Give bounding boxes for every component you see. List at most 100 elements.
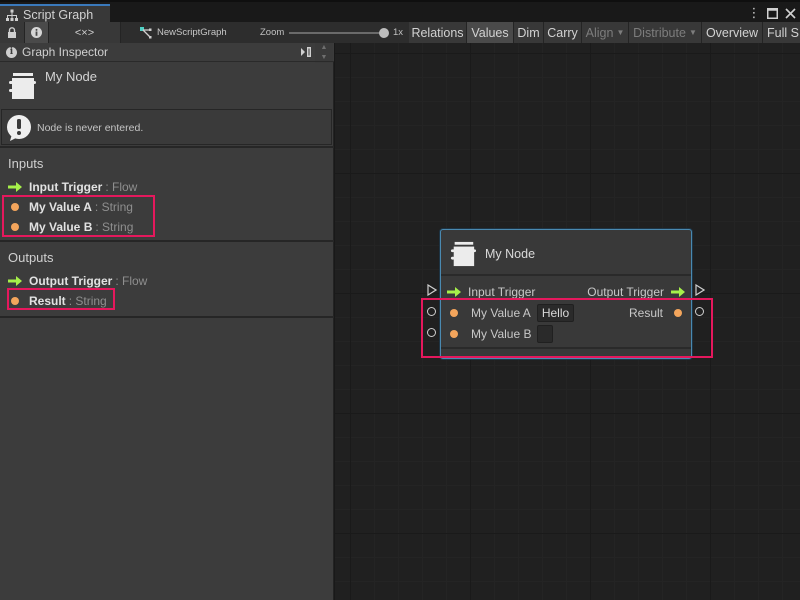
- port-name: Output Trigger: [29, 274, 113, 288]
- value-a-row: My Value A Hello: [447, 303, 575, 323]
- variables-button[interactable]: <×>: [49, 22, 121, 43]
- scroll-up-icon[interactable]: ▲: [315, 43, 333, 53]
- dim-button[interactable]: Dim: [514, 22, 544, 43]
- port-type: : Flow: [115, 274, 148, 288]
- flow-arrow-icon: [447, 287, 461, 297]
- distribute-label: Distribute: [633, 25, 686, 40]
- result-output-port[interactable]: [695, 307, 704, 316]
- graph-inspector-panel: i Graph Inspector ▲ ▼ My Node Node is ne…: [0, 43, 334, 600]
- zoom-slider-track[interactable]: [289, 32, 385, 34]
- values-button[interactable]: Values: [467, 22, 514, 43]
- caret-down-icon: ▼: [616, 28, 625, 37]
- value-port-icon: [11, 297, 19, 305]
- output-trigger-label: Output Trigger: [587, 285, 664, 299]
- maximize-icon[interactable]: [766, 6, 778, 20]
- value-a-input[interactable]: Hello: [536, 304, 575, 322]
- caret-down-icon: ▼: [688, 28, 697, 37]
- node-summary-title: My Node: [45, 69, 98, 84]
- zoom-slider-thumb[interactable]: [379, 28, 389, 38]
- port-name: My Value A: [29, 200, 92, 214]
- zoom-label: Zoom: [260, 27, 285, 38]
- title-bar: Script Graph ⋮: [0, 0, 800, 24]
- overview-button[interactable]: Overview: [702, 22, 763, 43]
- port-name: Result: [29, 294, 66, 308]
- info-icon: i: [6, 46, 17, 58]
- section-divider: [0, 316, 334, 318]
- script-graph-window: Script Graph ⋮ <×> NewScriptGraph Zoom 1…: [0, 0, 800, 600]
- hierarchy-icon: [6, 9, 18, 21]
- inspector-header: i Graph Inspector: [0, 43, 334, 61]
- flow-arrow-icon: [8, 276, 22, 286]
- input-port-row: My Value A : String: [8, 198, 133, 216]
- input-trigger-row: Input Trigger: [447, 282, 535, 302]
- inspector-title: Graph Inspector: [22, 45, 109, 59]
- info-icon: [31, 27, 42, 38]
- relations-button[interactable]: Relations: [409, 22, 467, 43]
- dock-panel-button[interactable]: [298, 44, 314, 60]
- info-toggle-button[interactable]: [25, 22, 49, 43]
- value-port-icon: [11, 203, 19, 211]
- output-port-row: Result : String: [8, 292, 107, 310]
- overview-label: Overview: [705, 25, 759, 40]
- dock-icon: [300, 47, 311, 57]
- node-icon: [9, 73, 36, 99]
- value-b-input[interactable]: [537, 325, 554, 343]
- graph-toolbar: <×> NewScriptGraph Zoom 1x Relations Val…: [0, 22, 800, 43]
- tab-title: Script Graph: [23, 8, 94, 22]
- graph-asset-icon: [140, 26, 152, 38]
- value-port-icon: [450, 309, 458, 317]
- full-screen-label: Full S: [767, 25, 799, 40]
- inputs-title: Inputs: [8, 156, 44, 171]
- outputs-title: Outputs: [8, 250, 54, 265]
- node-icon: [450, 241, 476, 267]
- value-b-input-port[interactable]: [427, 328, 436, 337]
- align-label: Align: [585, 25, 614, 40]
- inspector-scrollbar[interactable]: ▲ ▼: [315, 43, 333, 63]
- input-trigger-label: Input Trigger: [468, 285, 536, 299]
- port-name: My Value B: [29, 220, 93, 234]
- graph-breadcrumb[interactable]: NewScriptGraph: [140, 22, 227, 43]
- value-port-icon: [450, 330, 458, 338]
- result-row: Result: [629, 303, 685, 323]
- port-type: : String: [94, 200, 133, 214]
- full-screen-button[interactable]: Full S: [763, 22, 800, 43]
- flow-arrow-icon: [8, 182, 22, 192]
- relations-label: Relations: [411, 25, 464, 40]
- inputs-section: Inputs Input Trigger : Flow My Value A :…: [0, 146, 334, 241]
- zoom-value: 1x: [393, 27, 404, 38]
- control-output-port-icon[interactable]: [695, 284, 705, 296]
- close-icon[interactable]: [784, 6, 796, 20]
- value-port-icon: [674, 309, 682, 317]
- value-b-row: My Value B: [447, 324, 554, 344]
- value-a-label: My Value A: [471, 306, 531, 320]
- lock-icon: [8, 27, 16, 38]
- node-header[interactable]: My Node: [441, 230, 691, 276]
- align-dropdown[interactable]: Align ▼: [582, 22, 629, 43]
- lock-button[interactable]: [0, 22, 25, 43]
- node-summary: My Node: [0, 61, 334, 109]
- value-a-input-port[interactable]: [427, 307, 436, 316]
- carry-label: Carry: [547, 25, 578, 40]
- warning-box: Node is never entered.: [1, 109, 332, 145]
- result-label: Result: [628, 306, 663, 320]
- value-b-label: My Value B: [471, 327, 532, 341]
- values-label: Values: [471, 25, 509, 40]
- port-type: : Flow: [105, 180, 138, 194]
- distribute-dropdown[interactable]: Distribute ▼: [629, 22, 702, 43]
- port-name: Input Trigger: [29, 180, 103, 194]
- carry-button[interactable]: Carry: [544, 22, 582, 43]
- my-node[interactable]: My Node Input Trigger Output Trigger My …: [440, 229, 692, 359]
- tab-script-graph[interactable]: Script Graph: [0, 4, 110, 24]
- output-trigger-row: Output Trigger: [587, 282, 685, 302]
- graph-canvas[interactable]: My Node Input Trigger Output Trigger My …: [335, 43, 800, 600]
- value-port-icon: [11, 223, 19, 231]
- input-port-row: My Value B : String: [8, 218, 133, 236]
- outputs-section: Outputs Output Trigger : Flow Result : S…: [0, 240, 334, 316]
- node-title: My Node: [485, 247, 536, 261]
- variables-icon: <×>: [74, 26, 95, 39]
- control-input-port-icon[interactable]: [427, 284, 437, 296]
- port-type: : String: [68, 294, 107, 308]
- more-menu-icon[interactable]: ⋮: [748, 5, 761, 20]
- dim-label: Dim: [517, 25, 540, 40]
- warning-message: Node is never entered.: [37, 122, 144, 134]
